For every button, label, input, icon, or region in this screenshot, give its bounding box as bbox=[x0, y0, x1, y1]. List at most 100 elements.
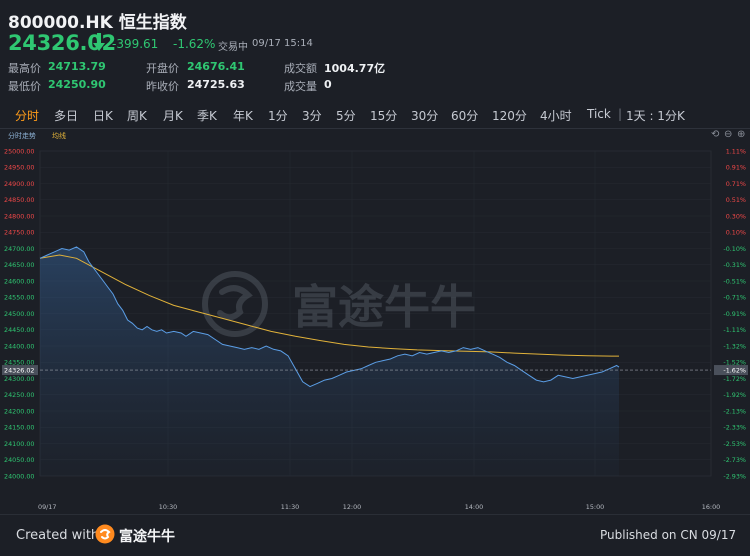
y-tick-label: 24650.00 bbox=[4, 261, 35, 269]
pct-tick-label: -0.71% bbox=[723, 294, 746, 302]
tab-15min[interactable]: 15分 bbox=[370, 107, 397, 124]
pct-tick-label: -0.91% bbox=[723, 310, 746, 318]
y-tick-label: 24050.00 bbox=[4, 456, 35, 464]
y-tick-label: 24850.00 bbox=[4, 196, 35, 204]
x-axis-labels: 09/17 10:30 11:30 12:00 14:00 15:00 16:00 bbox=[38, 503, 720, 511]
y-tick-label: 24750.00 bbox=[4, 229, 35, 237]
stat-value-volume: 0 bbox=[324, 78, 332, 91]
tab-monthly-k[interactable]: 月K bbox=[163, 107, 183, 124]
stat-value-open: 24676.41 bbox=[187, 60, 245, 73]
quote-time: 09/17 15:14 bbox=[252, 38, 313, 49]
y-tick-label: 24150.00 bbox=[4, 424, 35, 432]
y-tick-label: 24800.00 bbox=[4, 212, 35, 220]
page-title: 800000.HK 恒生指数 bbox=[8, 13, 187, 33]
down-arrow-icon bbox=[93, 33, 105, 51]
stat-label-turnover: 成交额 bbox=[284, 62, 317, 75]
pct-tick-label: 0.71% bbox=[726, 180, 746, 188]
pct-tick-label: -0.51% bbox=[723, 277, 746, 285]
timeframe-tabs: 分时 多日 日K 周K 月K 季K 年K 1分 3分 5分 15分 30分 60… bbox=[0, 101, 750, 129]
stat-value-turnover: 1004.77亿 bbox=[324, 62, 386, 75]
stat-value-prev-close: 24725.63 bbox=[187, 78, 245, 91]
current-pct-label: -1.62% bbox=[723, 366, 746, 374]
x-tick-label: 10:30 bbox=[159, 503, 177, 511]
tab-120min[interactable]: 120分 bbox=[492, 107, 527, 124]
tab-5min[interactable]: 5分 bbox=[336, 107, 356, 124]
stat-label-high: 最高价 bbox=[8, 62, 41, 75]
pct-tick-label: -1.32% bbox=[723, 342, 746, 350]
pct-tick-label: -1.72% bbox=[723, 375, 746, 383]
pct-tick-label: -2.53% bbox=[723, 440, 746, 448]
stat-label-volume: 成交量 bbox=[284, 80, 317, 93]
stat-label-low: 最低价 bbox=[8, 80, 41, 93]
y-tick-label: 25000.00 bbox=[4, 147, 35, 155]
y-tick-label: 24600.00 bbox=[4, 277, 35, 285]
stat-label-open: 开盘价 bbox=[146, 62, 179, 75]
brand-name: 富途牛牛 bbox=[119, 529, 175, 545]
tab-1min[interactable]: 1分 bbox=[268, 107, 288, 124]
tab-daily-k[interactable]: 日K bbox=[93, 107, 113, 124]
pct-tick-label: 1.11% bbox=[726, 147, 746, 155]
y-tick-label: 24250.00 bbox=[4, 391, 35, 399]
y-axis-labels: 25000.00 24950.00 24900.00 24850.00 24800.00… bbox=[4, 147, 35, 480]
stat-value-high: 24713.79 bbox=[48, 60, 106, 73]
tab-yearly-k[interactable]: 年K bbox=[233, 107, 253, 124]
percent-axis-labels: 1.11% 0.91% 0.71% 0.51% 0.30% 0.10% -0.10% -0.3… bbox=[723, 147, 746, 480]
price-change: -399.61 bbox=[112, 37, 159, 51]
x-tick-label: 16:00 bbox=[702, 503, 720, 511]
tab-divider: | bbox=[618, 107, 623, 121]
tab-4hour[interactable]: 4小时 bbox=[540, 107, 572, 124]
published-date: Published on CN 09/17 bbox=[600, 528, 737, 542]
tab-tick[interactable]: Tick bbox=[587, 107, 611, 121]
y-tick-label: 24400.00 bbox=[4, 342, 35, 350]
tab-period-setting[interactable]: 1天 : 1分K bbox=[626, 107, 685, 124]
x-tick-label: 15:00 bbox=[586, 503, 604, 511]
tab-multi-day[interactable]: 多日 bbox=[54, 107, 78, 124]
y-tick-label: 24450.00 bbox=[4, 326, 35, 334]
pct-tick-label: -2.73% bbox=[723, 456, 746, 464]
brand-logo-icon bbox=[95, 524, 115, 544]
pct-tick-label: 0.10% bbox=[726, 229, 746, 237]
y-tick-label: 24550.00 bbox=[4, 294, 35, 302]
pct-tick-label: 0.30% bbox=[726, 212, 746, 220]
pct-tick-label: -1.92% bbox=[723, 391, 746, 399]
pct-tick-label: 0.51% bbox=[726, 196, 746, 204]
tab-3min[interactable]: 3分 bbox=[302, 107, 322, 124]
created-with-label: Created with bbox=[16, 528, 100, 543]
x-tick-label: 11:30 bbox=[281, 503, 299, 511]
pct-tick-label: -0.10% bbox=[723, 245, 746, 253]
x-tick-label: 12:00 bbox=[343, 503, 361, 511]
pct-tick-label: -2.93% bbox=[723, 472, 746, 480]
x-tick-label: 14:00 bbox=[465, 503, 483, 511]
tab-intraday[interactable]: 分时 bbox=[15, 107, 39, 124]
y-tick-label: 24700.00 bbox=[4, 245, 35, 253]
y-tick-label: 24300.00 bbox=[4, 375, 35, 383]
pct-tick-label: -0.31% bbox=[723, 261, 746, 269]
reset-icon[interactable]: ⟲ bbox=[711, 129, 719, 140]
tab-divider-line bbox=[0, 128, 750, 129]
pct-tick-label: -1.11% bbox=[723, 326, 746, 334]
x-tick-label: 09/17 bbox=[38, 503, 56, 511]
y-tick-label: 24000.00 bbox=[4, 472, 35, 480]
zoom-in-icon[interactable]: ⊕ bbox=[737, 129, 745, 140]
current-price-label: 24326.02 bbox=[4, 366, 35, 374]
y-tick-label: 24200.00 bbox=[4, 407, 35, 415]
pct-tick-label: -2.13% bbox=[723, 407, 746, 415]
tab-30min[interactable]: 30分 bbox=[411, 107, 438, 124]
stat-value-low: 24250.90 bbox=[48, 78, 106, 91]
y-tick-label: 24950.00 bbox=[4, 164, 35, 172]
pct-tick-label: 0.91% bbox=[726, 164, 746, 172]
zoom-out-icon[interactable]: ⊖ bbox=[724, 129, 732, 140]
y-tick-label: 24100.00 bbox=[4, 440, 35, 448]
y-tick-label: 24900.00 bbox=[4, 180, 35, 188]
tab-60min[interactable]: 60分 bbox=[451, 107, 478, 124]
y-tick-label: 24500.00 bbox=[4, 310, 35, 318]
footer-divider bbox=[0, 514, 750, 515]
intraday-chart[interactable]: 富途牛牛 25000.00 24950.00 24900.00 24850.00 248… bbox=[0, 140, 750, 512]
trading-status: 交易中 bbox=[218, 42, 248, 53]
tab-weekly-k[interactable]: 周K bbox=[127, 107, 147, 124]
tab-quarterly-k[interactable]: 季K bbox=[197, 107, 217, 124]
stat-label-prev-close: 昨收价 bbox=[146, 80, 179, 93]
pct-tick-label: -2.33% bbox=[723, 424, 746, 432]
price-change-percent: -1.62% bbox=[173, 37, 216, 51]
watermark-brand: 富途牛牛 bbox=[292, 280, 476, 334]
